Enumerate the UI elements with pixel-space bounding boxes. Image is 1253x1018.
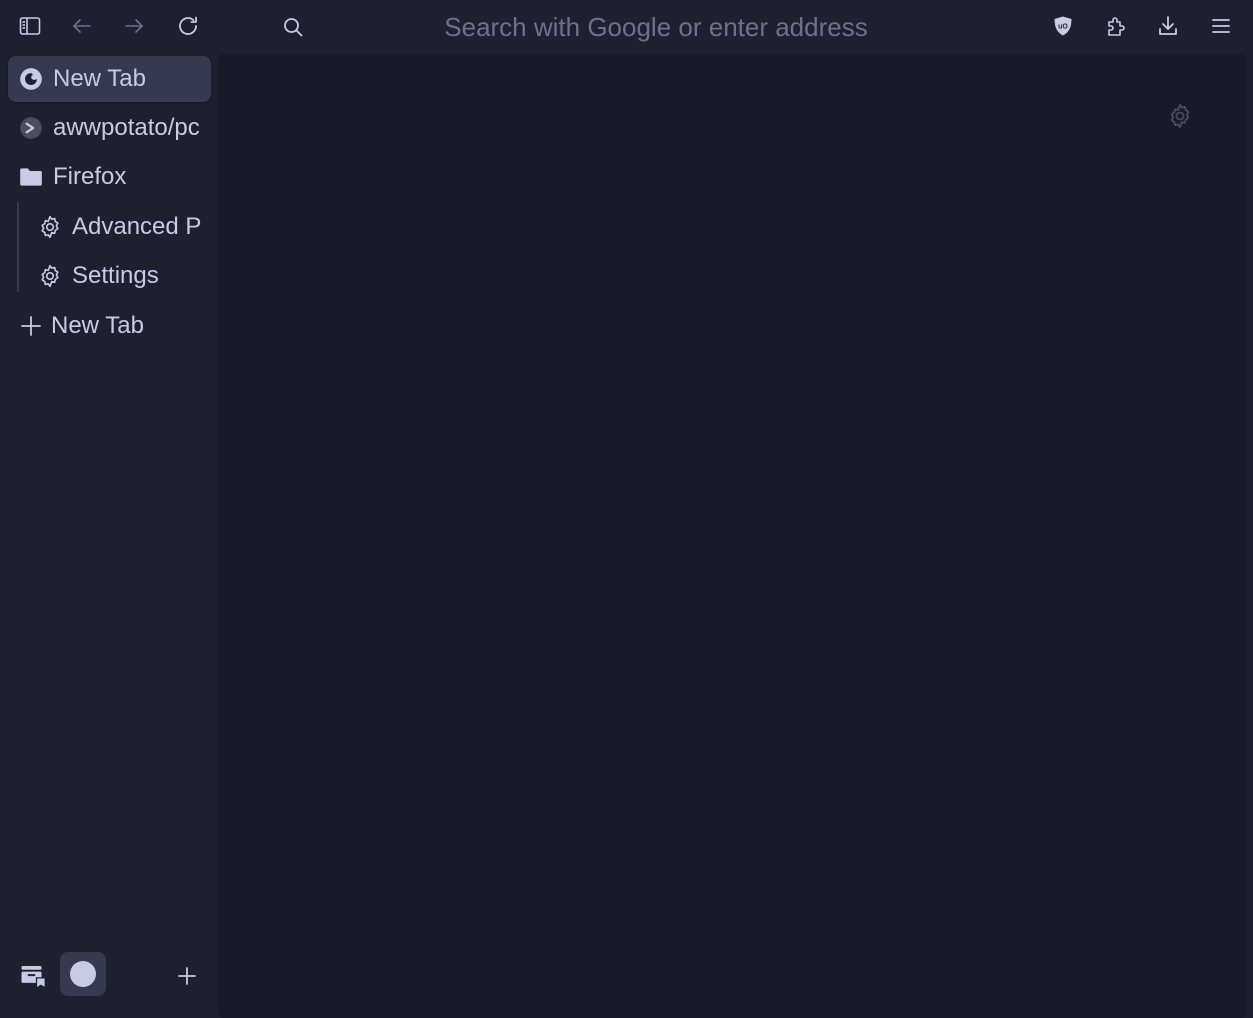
search-icon [274, 13, 312, 41]
reload-icon [179, 16, 197, 35]
browser-window: uO [0, 0, 1253, 1018]
gear-icon [1170, 104, 1190, 128]
firefox-icon [18, 66, 44, 92]
tab-advanced-preferences[interactable]: Advanced P [27, 204, 211, 250]
ublock-shield-icon: uO [1054, 16, 1072, 36]
sidebar-toggle-button[interactable] [12, 8, 48, 44]
download-icon [1159, 16, 1177, 35]
window-edge [1247, 0, 1253, 1018]
newtab-settings-button[interactable] [1166, 102, 1194, 130]
tab-label: Settings [72, 262, 159, 289]
container-tabs-button[interactable] [14, 956, 54, 996]
github-octocat-icon [18, 115, 44, 141]
back-button[interactable] [64, 8, 100, 44]
tab-label: New Tab [53, 65, 146, 92]
toolbar: uO [0, 0, 1253, 54]
reload-button[interactable] [170, 8, 206, 44]
vertical-tabs-sidebar: New Tab awwpotato/pc Firefox Advanced P … [0, 54, 218, 1018]
web-content [218, 54, 1247, 1018]
extensions-puzzle-icon [1108, 17, 1125, 36]
workspace-icon [70, 961, 96, 987]
workspace-button[interactable] [60, 952, 106, 996]
new-tab-label: New Tab [51, 312, 144, 339]
add-workspace-button[interactable] [170, 956, 204, 996]
gear-icon [37, 214, 63, 240]
app-menu-button[interactable] [1203, 8, 1239, 44]
forward-button[interactable] [116, 8, 152, 44]
plus-icon [178, 967, 196, 985]
plus-icon [18, 313, 44, 339]
new-tab-button[interactable]: New Tab [8, 303, 211, 349]
tab-folder-firefox[interactable]: Firefox [8, 154, 211, 200]
tab-awwpotato[interactable]: awwpotato/pc [8, 105, 211, 151]
url-input[interactable] [386, 12, 926, 42]
arrow-right-icon [125, 19, 143, 33]
folder-indent-line [17, 202, 19, 292]
tab-settings[interactable]: Settings [27, 253, 211, 299]
container-tabs-icon [21, 966, 46, 989]
downloads-button[interactable] [1150, 8, 1186, 44]
gear-icon [37, 263, 63, 289]
sidebar-icon [19, 17, 41, 35]
tab-label: Advanced P [72, 213, 202, 240]
arrow-left-icon [73, 19, 91, 33]
folder-label: Firefox [53, 163, 127, 190]
ublock-button[interactable]: uO [1045, 8, 1081, 44]
tab-new-tab[interactable]: New Tab [8, 56, 211, 102]
hamburger-menu-icon [1212, 19, 1230, 33]
extensions-button[interactable] [1098, 8, 1134, 44]
sidebar-footer [0, 946, 218, 1018]
tab-label: awwpotato/pc [53, 114, 200, 141]
svg-text:uO: uO [1058, 24, 1068, 31]
folder-icon [18, 164, 44, 190]
